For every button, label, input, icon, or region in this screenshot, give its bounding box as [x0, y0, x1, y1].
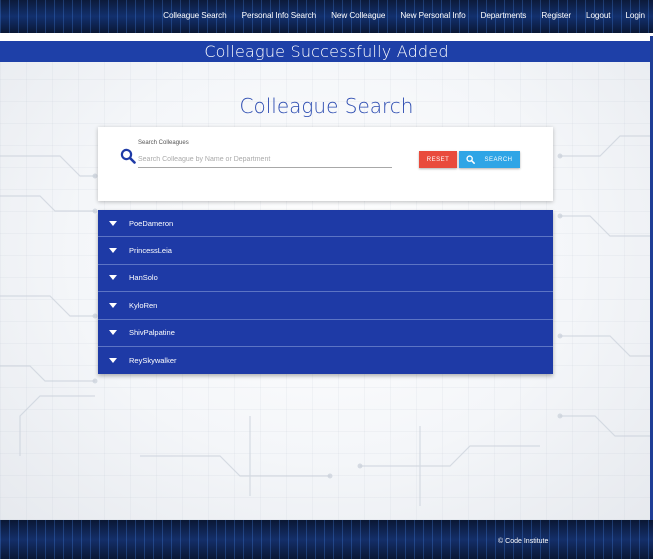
nav-colleague-search[interactable]: Colleague Search [163, 11, 227, 20]
nav-personal-info-search[interactable]: Personal Info Search [242, 11, 317, 20]
page-title: Colleague Search [239, 94, 414, 118]
colleague-item[interactable]: KyloRen [98, 292, 553, 320]
colleague-item[interactable]: ShivPalpatine [98, 320, 553, 347]
colleague-name: ReySkywalker [129, 356, 177, 366]
nav-divider [0, 33, 653, 41]
colleague-name: ShivPalpatine [129, 328, 175, 338]
colleague-item[interactable]: PrincessLeia [98, 237, 553, 265]
copyright-icon: © [498, 538, 504, 545]
flash-message: Colleague Successfully Added [0, 41, 653, 62]
search-icon [120, 148, 136, 164]
colleague-name: PrincessLeia [129, 246, 172, 256]
expand-arrow-icon [109, 220, 117, 226]
search-field-label: Search Colleagues [138, 140, 189, 146]
colleague-item[interactable]: HanSolo [98, 265, 553, 293]
colleague-item[interactable]: ReySkywalker [98, 347, 553, 374]
colleague-name: PoeDameron [129, 218, 174, 228]
nav-links: Colleague Search Personal Info Search Ne… [163, 11, 645, 20]
search-button-label: SEARCH [484, 156, 513, 163]
nav-register[interactable]: Register [541, 11, 571, 20]
expand-arrow-icon [109, 358, 117, 364]
colleague-name: HanSolo [129, 273, 158, 283]
footer-copyright: © Code Institute [498, 538, 548, 545]
colleague-name: KyloRen [129, 300, 158, 310]
footer-text: Code Institute [505, 538, 549, 545]
expand-arrow-icon [109, 248, 117, 254]
nav-new-personal-info[interactable]: New Personal Info [400, 11, 465, 20]
expand-arrow-icon [109, 302, 117, 308]
search-input[interactable] [138, 152, 392, 168]
nav-departments[interactable]: Departments [481, 11, 527, 20]
top-navbar: Colleague Search Personal Info Search Ne… [0, 0, 653, 33]
reset-button[interactable]: RESET [419, 151, 457, 168]
colleague-item[interactable]: PoeDameron [98, 210, 553, 238]
colleague-list: PoeDameron PrincessLeia HanSolo KyloRen … [98, 210, 553, 375]
footer: © Code Institute [0, 520, 653, 559]
nav-logout[interactable]: Logout [586, 11, 611, 20]
expand-arrow-icon [109, 275, 117, 281]
nav-login[interactable]: Login [625, 11, 645, 20]
expand-arrow-icon [109, 330, 117, 336]
search-button[interactable]: SEARCH [459, 151, 520, 168]
nav-new-colleague[interactable]: New Colleague [331, 11, 385, 20]
search-button-icon [466, 155, 476, 164]
